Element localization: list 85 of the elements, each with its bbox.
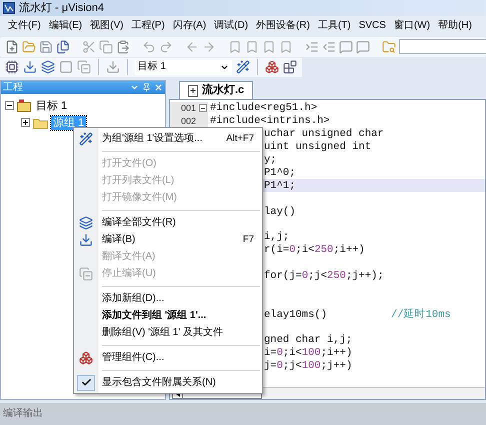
code-line: r(i=0;i<250;i++): [264, 244, 365, 256]
paste-icon[interactable]: [116, 40, 130, 54]
build-icon: [79, 232, 93, 246]
outdent-icon[interactable]: [322, 40, 336, 54]
copy-icon[interactable]: [99, 40, 113, 54]
menu-item[interactable]: 调试(D): [210, 21, 252, 31]
rebuild-icon[interactable]: [41, 60, 55, 74]
code-line: uchar unsigned char: [264, 128, 384, 140]
context-menu-item[interactable]: 管理组件(C)...: [74, 349, 262, 366]
stop-build-icon: [79, 266, 93, 280]
dropdown-icon[interactable]: [130, 83, 139, 92]
context-menu-item[interactable]: 编译(B) F7: [74, 231, 262, 248]
line-number: 001: [180, 102, 196, 115]
panel-title: 工程: [3, 82, 23, 92]
close-icon[interactable]: [154, 83, 163, 92]
target-icon: [17, 99, 31, 112]
pin-icon[interactable]: [142, 83, 151, 92]
context-menu-item[interactable]: 添加文件到组 '源组 1'...: [74, 307, 262, 324]
file-icon: [188, 84, 198, 96]
bookmark-icon[interactable]: [245, 40, 259, 54]
indent-icon[interactable]: [305, 40, 319, 54]
code-line: P1^0;: [264, 166, 296, 179]
forward-icon[interactable]: [202, 40, 216, 54]
context-menu-item[interactable]: 添加新组(D)...: [74, 290, 262, 307]
code-line: P1^1;: [264, 180, 296, 192]
save-icon[interactable]: [39, 40, 53, 54]
code-line: uint unsigned int: [264, 141, 372, 154]
context-menu-item[interactable]: 为组'源组 1'设置选项... Alt+F7: [74, 130, 262, 147]
load-icon[interactable]: [106, 60, 120, 74]
tree-item[interactable]: 目标 1: [34, 98, 70, 112]
stop-build-icon[interactable]: [77, 60, 91, 74]
code-line: i=0;i<100;i++): [264, 347, 352, 360]
components-icon: [79, 350, 93, 364]
code-line: j=0;j<100;j++): [264, 360, 352, 372]
find-in-files-icon[interactable]: [382, 40, 396, 54]
code-line: i,j;: [264, 231, 290, 244]
bookmark-icon[interactable]: [279, 40, 293, 54]
menu-item[interactable]: 外围设备(R): [252, 21, 314, 31]
build-all-icon: [79, 216, 93, 230]
expand-toggle[interactable]: [21, 118, 30, 127]
translate-icon[interactable]: [5, 60, 19, 74]
checkmark-icon: [77, 374, 95, 390]
wand-icon[interactable]: [236, 60, 250, 74]
cut-icon[interactable]: [82, 40, 96, 54]
code-line: lay(): [264, 206, 296, 218]
line-number: 002: [180, 114, 196, 128]
build-icon[interactable]: [23, 60, 37, 74]
menu-item[interactable]: SVCS: [354, 21, 390, 31]
menu-item[interactable]: 视图(V): [86, 21, 128, 31]
context-menu-item[interactable]: 删除组(V) '源组 1' 及其文件: [74, 324, 262, 341]
menu-item[interactable]: 工具(T): [314, 21, 355, 31]
menu-item[interactable]: 编辑(E): [44, 21, 86, 31]
code-line: gned char i,j;: [264, 334, 352, 346]
menu-item[interactable]: 文件(F): [4, 21, 45, 31]
menu-item[interactable]: 闪存(A): [168, 21, 210, 31]
comment-icon[interactable]: [339, 40, 353, 54]
wand-icon: [79, 132, 93, 146]
collapse-toggle[interactable]: [5, 101, 14, 110]
target-dropdown[interactable]: 目标 1: [134, 60, 232, 74]
redo-icon[interactable]: [159, 40, 173, 54]
code-line: for(j=0;j<250;j++);: [264, 270, 384, 282]
app-icon: [3, 2, 15, 14]
bookmark-icon[interactable]: [262, 40, 276, 54]
uncomment-icon[interactable]: [356, 40, 370, 54]
new-file-icon[interactable]: [5, 40, 19, 54]
components-icon[interactable]: [264, 60, 279, 74]
fold-toggle-icon[interactable]: [199, 104, 207, 112]
open-folder-icon[interactable]: [22, 40, 36, 54]
context-menu-item[interactable]: 显示包含文件附属关系(N): [74, 374, 262, 391]
output-label: 编译输出: [3, 409, 43, 419]
save-all-icon[interactable]: [56, 40, 70, 54]
folder-icon: [33, 116, 48, 128]
menu-item[interactable]: 帮助(H): [434, 21, 476, 31]
menu-item[interactable]: 窗口(W): [390, 21, 434, 31]
context-menu-item[interactable]: 编译全部文件(R): [74, 214, 262, 231]
back-icon[interactable]: [185, 40, 199, 54]
editor-tab[interactable]: 流水灯.c: [179, 81, 254, 99]
code-line: #include<reg51.h>: [210, 102, 318, 114]
code-line: elay10ms() //延时10ms: [264, 308, 451, 321]
undo-icon[interactable]: [142, 40, 156, 54]
bookmark-icon[interactable]: [228, 40, 242, 54]
code-line: #include<intrins.h>: [210, 115, 330, 128]
menu-item[interactable]: 工程(P): [127, 21, 169, 31]
code-line: y;: [264, 154, 277, 166]
window-title: 流水灯 - μVision4: [19, 2, 104, 14]
